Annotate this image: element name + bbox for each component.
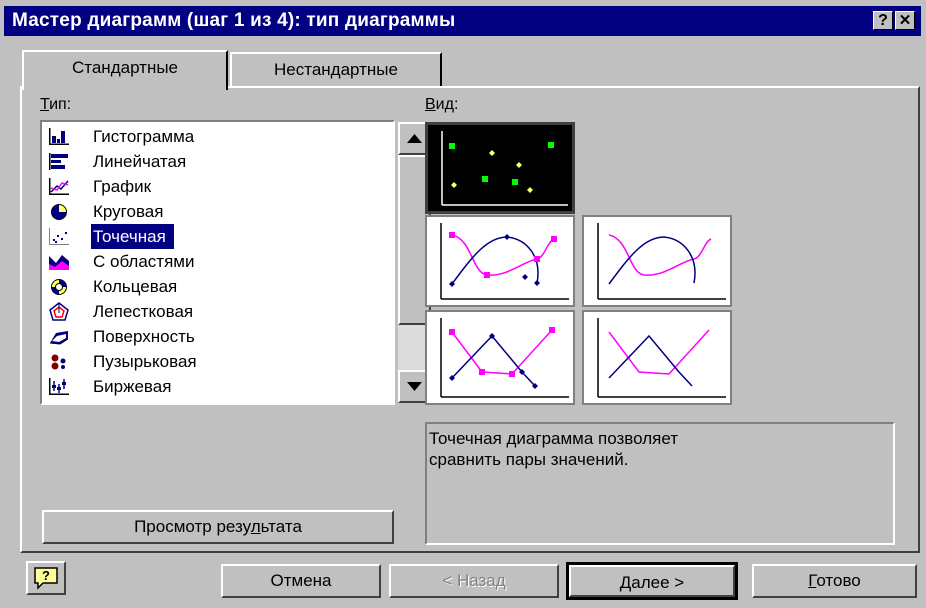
cancel-button[interactable]: Отмена xyxy=(221,564,381,598)
list-item[interactable]: Линейчатая xyxy=(44,149,357,174)
list-item[interactable]: Лепестковая xyxy=(44,299,357,324)
finish-button[interactable]: Готово xyxy=(752,564,917,598)
close-button[interactable]: ✕ xyxy=(895,11,915,30)
window-title: Мастер диаграмм (шаг 1 из 4): тип диагра… xyxy=(12,10,456,31)
tab-standard[interactable]: Стандартные xyxy=(22,50,228,90)
list-item[interactable]: Пузырьковая xyxy=(44,349,357,374)
list-item[interactable]: Биржевая xyxy=(44,374,357,399)
subtype-scatter-smooth-markers[interactable] xyxy=(425,215,575,307)
help-assistant-icon: ? xyxy=(34,567,58,590)
list-item[interactable]: Кольцевая xyxy=(44,274,357,299)
radar-chart-icon xyxy=(49,302,69,321)
title-bar[interactable]: Мастер диаграмм (шаг 1 из 4): тип диагра… xyxy=(4,6,921,36)
list-item[interactable]: График xyxy=(44,174,357,199)
subtype-scatter-markers[interactable] xyxy=(425,122,575,214)
list-item[interactable]: Поверхность xyxy=(44,324,357,349)
type-label: Тип: xyxy=(40,96,72,113)
chart-description: Точечная диаграмма позволяет сравнить па… xyxy=(425,422,895,545)
pie-chart-icon xyxy=(51,204,67,220)
column-chart-icon xyxy=(49,128,69,145)
scatter-lines-markers-preview xyxy=(440,318,569,398)
stock-chart-icon xyxy=(49,378,69,395)
chart-wizard-dialog: Мастер диаграмм (шаг 1 из 4): тип диагра… xyxy=(0,0,926,608)
view-label: Вид: xyxy=(425,96,459,113)
line-chart-icon xyxy=(49,178,69,195)
list-item[interactable]: Гистограмма xyxy=(44,124,357,149)
list-item[interactable]: Круговая xyxy=(44,199,357,224)
scatter-lines-preview xyxy=(597,318,726,398)
help-title-button[interactable]: ? xyxy=(873,11,893,30)
scatter-chart-icon xyxy=(49,228,69,245)
bubble-chart-icon xyxy=(51,354,66,370)
svg-text:?: ? xyxy=(42,568,50,583)
office-assistant-button[interactable]: ? xyxy=(26,561,66,595)
tab-custom[interactable]: Нестандартные xyxy=(230,52,442,88)
preview-result-button[interactable]: Просмотр результата xyxy=(42,510,394,544)
list-item[interactable]: Точечная xyxy=(44,224,357,249)
bar-chart-icon xyxy=(49,153,68,170)
list-item[interactable]: С областями xyxy=(44,249,357,274)
chart-type-list[interactable]: Гистограмма Линейчатая График Круговая Т… xyxy=(40,120,431,405)
back-button[interactable]: < Назад xyxy=(389,564,559,598)
scatter-markers-preview xyxy=(441,131,568,206)
subtype-scatter-lines[interactable] xyxy=(582,310,732,405)
surface-chart-icon xyxy=(49,331,69,345)
scatter-smooth-lines-preview xyxy=(597,223,726,300)
scatter-smooth-markers-preview xyxy=(440,223,569,300)
subtype-scatter-smooth-lines[interactable] xyxy=(582,215,732,307)
area-chart-icon xyxy=(49,255,69,270)
subtype-scatter-lines-markers[interactable] xyxy=(425,310,575,405)
doughnut-chart-icon xyxy=(51,279,67,295)
next-button[interactable]: Далее > xyxy=(566,562,738,600)
